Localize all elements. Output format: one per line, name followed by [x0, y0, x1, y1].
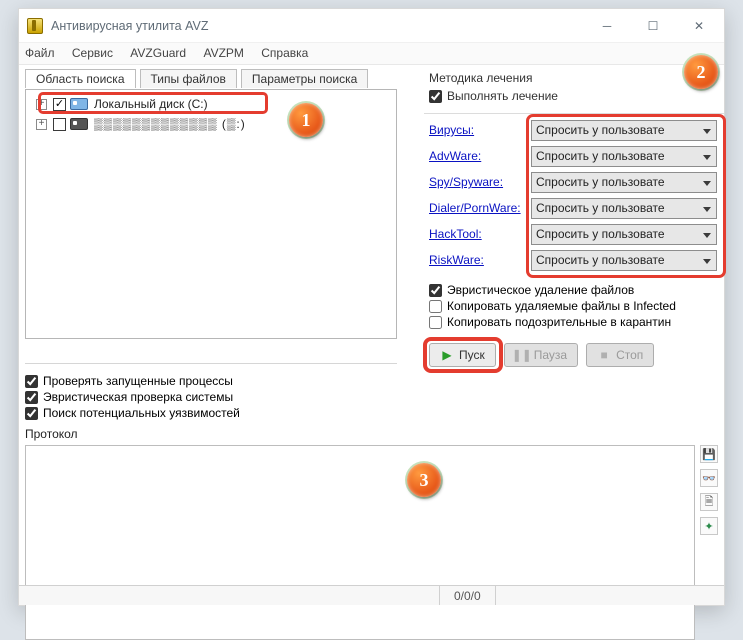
dd-advware[interactable]: Спросить у пользовате: [531, 146, 717, 167]
shield-icon[interactable]: ✦: [700, 517, 718, 535]
drive-tree[interactable]: + Локальный диск (C:) + ▒▒▒▒▒▒▒▒▒▒▒▒▒ (▒…: [25, 89, 397, 339]
chk-vuln-box[interactable]: [25, 407, 38, 420]
link-advware[interactable]: AdvWare:: [429, 149, 531, 163]
chk-heur-delete-box[interactable]: [429, 284, 442, 297]
chk-processes-box[interactable]: [25, 375, 38, 388]
close-button[interactable]: ✕: [676, 11, 722, 41]
drive-c-checkbox[interactable]: [53, 98, 66, 111]
dd-riskware[interactable]: Спросить у пользовате: [531, 250, 717, 271]
chk-copy-infected[interactable]: Копировать удаляемые файлы в Infected: [429, 299, 676, 313]
pause-button-label: Пауза: [534, 348, 567, 362]
chk-heur-system-box[interactable]: [25, 391, 38, 404]
status-counter: 0/0/0: [439, 586, 495, 605]
chk-heur-system[interactable]: Эвристическая проверка системы: [25, 390, 397, 404]
link-dialer[interactable]: Dialer/PornWare:: [429, 201, 531, 215]
stop-button-label: Стоп: [616, 348, 643, 362]
link-riskware[interactable]: RiskWare:: [429, 253, 531, 267]
stop-button: ■ Стоп: [586, 343, 654, 367]
chk-copy-quarantine-box[interactable]: [429, 316, 442, 329]
annotation-marker-3: 3: [407, 463, 441, 497]
drive-c-label: Локальный диск (C:): [94, 97, 208, 111]
doc-icon[interactable]: 🗎: [700, 493, 718, 511]
dd-dialer[interactable]: Спросить у пользовате: [531, 198, 717, 219]
dd-viruses[interactable]: Спросить у пользовате: [531, 120, 717, 141]
chk-processes[interactable]: Проверять запущенные процессы: [25, 374, 397, 388]
protocol-label: Протокол: [25, 427, 78, 441]
title-bar: Антивирусная утилита AVZ ─ ☐ ✕: [19, 9, 724, 43]
dd-hacktool[interactable]: Спросить у пользовате: [531, 224, 717, 245]
status-right: [495, 586, 724, 605]
treatment-title: Методика лечения: [429, 71, 532, 85]
tab-scan-area[interactable]: Область поиска: [25, 69, 136, 88]
menu-file[interactable]: Файл: [25, 46, 55, 60]
chk-heur-system-label: Эвристическая проверка системы: [43, 390, 233, 404]
start-button[interactable]: ▶ Пуск: [429, 343, 496, 367]
window-title: Антивирусная утилита AVZ: [51, 19, 584, 33]
chk-copy-quarantine[interactable]: Копировать подозрительные в карантин: [429, 315, 676, 329]
protocol-box[interactable]: [25, 445, 695, 640]
chk-copy-infected-label: Копировать удаляемые файлы в Infected: [447, 299, 676, 313]
chk-perform-treatment[interactable]: Выполнять лечение: [429, 89, 558, 103]
play-icon: ▶: [440, 348, 454, 362]
chk-heur-delete[interactable]: Эвристическое удаление файлов: [429, 283, 676, 297]
status-bar: 0/0/0: [19, 585, 724, 605]
maximize-button[interactable]: ☐: [630, 11, 676, 41]
dd-spyware[interactable]: Спросить у пользовате: [531, 172, 717, 193]
chk-heur-delete-label: Эвристическое удаление файлов: [447, 283, 634, 297]
pause-icon: ❚❚: [515, 348, 529, 362]
expand-icon[interactable]: +: [36, 99, 47, 110]
drive-d-checkbox[interactable]: [53, 118, 66, 131]
divider: [424, 113, 724, 114]
chk-processes-label: Проверять запущенные процессы: [43, 374, 233, 388]
right-options: Эвристическое удаление файлов Копировать…: [429, 281, 676, 331]
content-area: Область поиска Типы файлов Параметры пои…: [19, 65, 724, 605]
stop-icon: ■: [597, 348, 611, 362]
menu-avzpm[interactable]: AVZPM: [203, 46, 243, 60]
left-options: Проверять запущенные процессы Эвристичес…: [25, 363, 397, 422]
tab-file-types[interactable]: Типы файлов: [140, 69, 237, 88]
chk-vuln-label: Поиск потенциальных уязвимостей: [43, 406, 240, 420]
chk-perform-treatment-box[interactable]: [429, 90, 442, 103]
pause-button: ❚❚ Пауза: [504, 343, 578, 367]
link-hacktool[interactable]: HackTool:: [429, 227, 531, 241]
chk-copy-quarantine-label: Копировать подозрительные в карантин: [447, 315, 671, 329]
left-tabs: Область поиска Типы файлов Параметры пои…: [25, 69, 372, 88]
chk-vuln[interactable]: Поиск потенциальных уязвимостей: [25, 406, 397, 420]
drive-icon: [70, 98, 88, 110]
tree-row-c[interactable]: + Локальный диск (C:): [28, 94, 394, 114]
drive-icon: [70, 118, 88, 130]
drive-d-label: ▒▒▒▒▒▒▒▒▒▒▒▒▒ (▒:): [94, 117, 246, 131]
annotation-marker-1: 1: [289, 103, 323, 137]
menu-avzguard[interactable]: AVZGuard: [130, 46, 186, 60]
tab-scan-params[interactable]: Параметры поиска: [241, 69, 368, 88]
menu-service[interactable]: Сервис: [72, 46, 113, 60]
protocol-toolbar: 💾 👓 🗎 ✦: [700, 445, 720, 541]
status-left: [19, 586, 439, 605]
chk-copy-infected-box[interactable]: [429, 300, 442, 313]
minimize-button[interactable]: ─: [584, 11, 630, 41]
tree-row-d[interactable]: + ▒▒▒▒▒▒▒▒▒▒▒▒▒ (▒:): [28, 114, 394, 134]
link-viruses[interactable]: Вирусы:: [429, 123, 531, 137]
start-button-label: Пуск: [459, 348, 485, 362]
app-window: Антивирусная утилита AVZ ─ ☐ ✕ Файл Серв…: [18, 8, 725, 606]
threat-settings: Вирусы:Спросить у пользовате AdvWare:Спр…: [429, 117, 717, 273]
app-icon: [27, 18, 43, 34]
glasses-icon[interactable]: 👓: [700, 469, 718, 487]
chk-perform-treatment-label: Выполнять лечение: [447, 89, 558, 103]
expand-icon[interactable]: +: [36, 119, 47, 130]
menu-help[interactable]: Справка: [261, 46, 308, 60]
link-spyware[interactable]: Spy/Spyware:: [429, 175, 531, 189]
save-icon[interactable]: 💾: [700, 445, 718, 463]
menu-bar: Файл Сервис AVZGuard AVZPM Справка: [19, 43, 724, 65]
action-buttons: ▶ Пуск ❚❚ Пауза ■ Стоп: [429, 343, 654, 367]
annotation-marker-2: 2: [684, 55, 718, 89]
